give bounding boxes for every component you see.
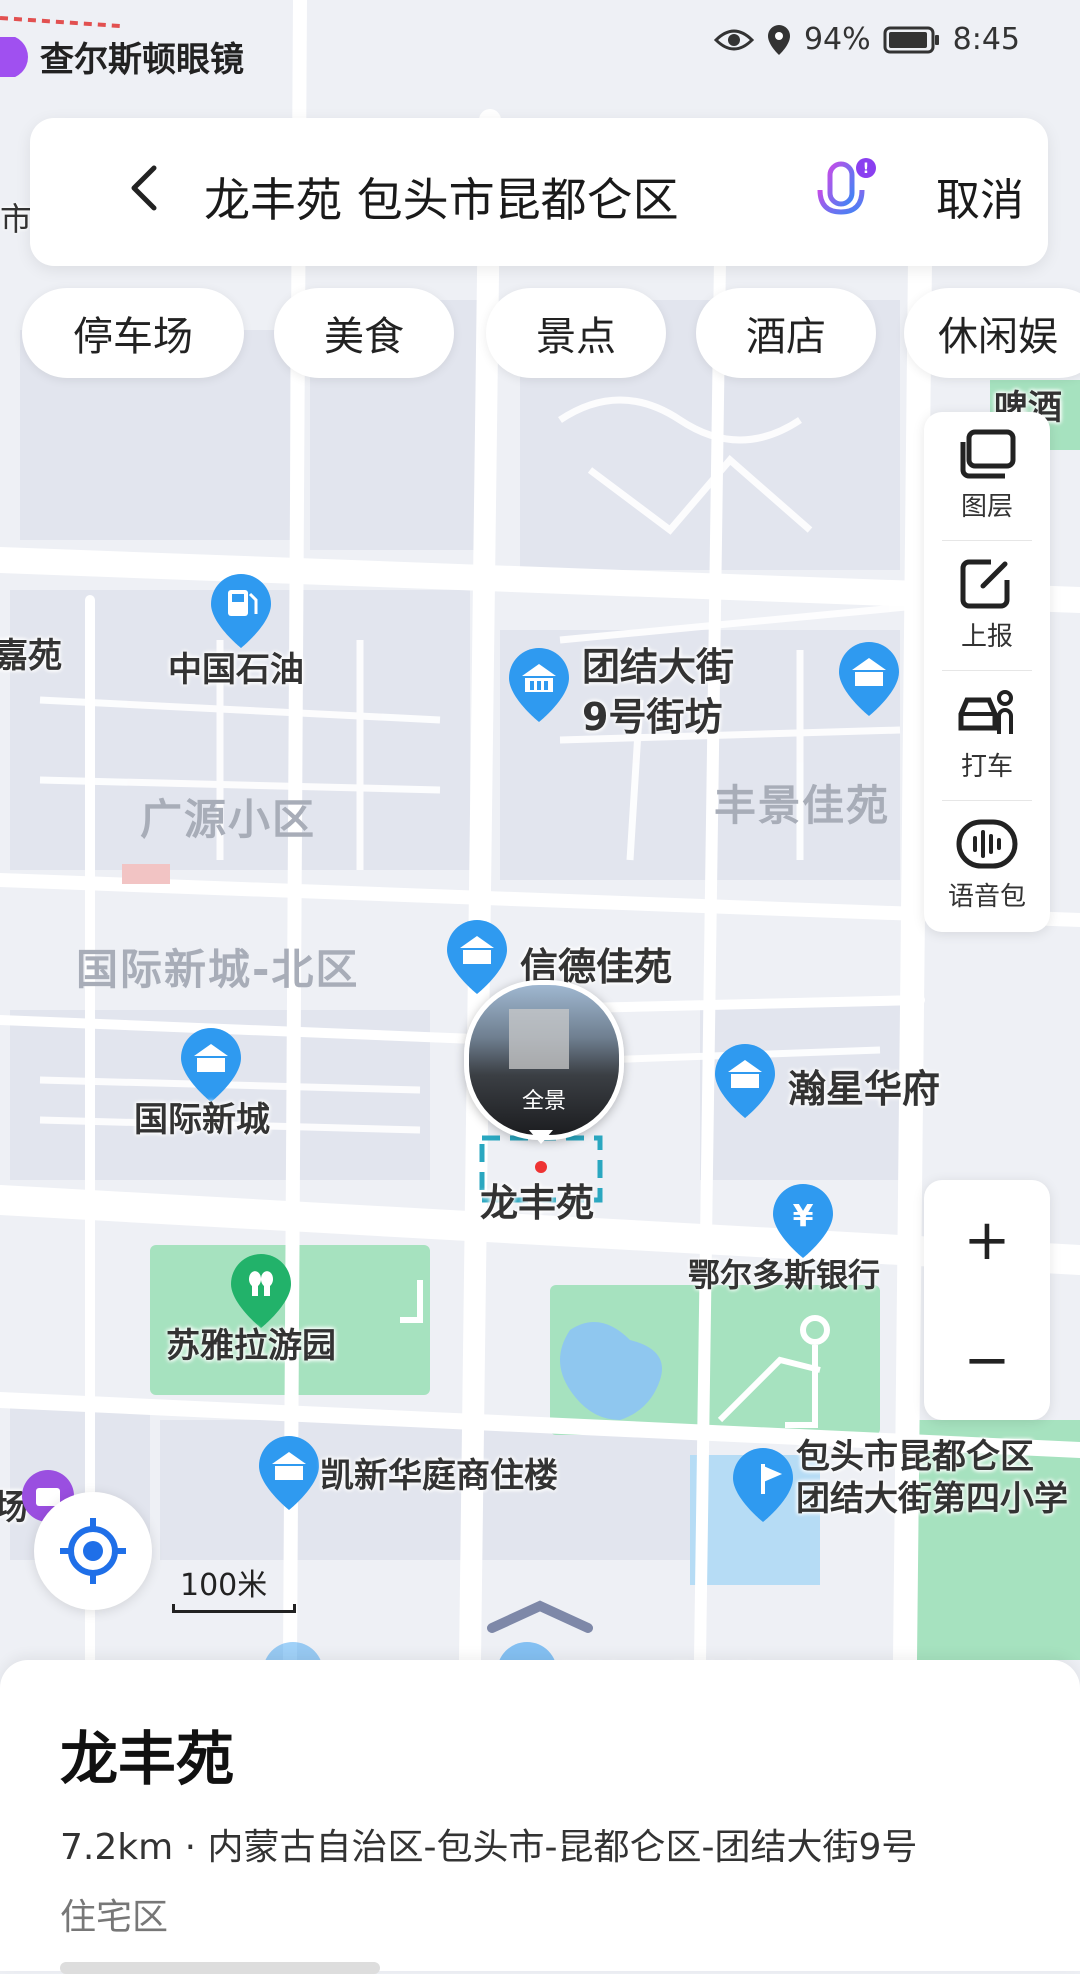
battery-percent: 94% [803,22,871,57]
place-address: 7.2km · 内蒙古自治区-包头市-昆都仑区-团结大街9号 [60,1827,918,1868]
notification-app-name: 查尔斯顿眼镜 [40,40,244,80]
poi-label-tuanjie9-line2: 9号街坊 [582,695,723,739]
streetview-pointer [529,1130,553,1144]
cancel-button[interactable]: 取消 [936,164,1024,228]
selected-place-label[interactable]: 龙丰苑 [480,1172,594,1227]
svg-text:!: ! [863,161,869,177]
locate-me-button[interactable] [34,1492,152,1610]
zoom-in-button[interactable]: + [924,1180,1050,1300]
edit-report-icon [960,559,1010,609]
streetview-label: 全景 [521,1089,566,1114]
poi-label-petrochina[interactable]: 中国石油 [168,642,304,691]
status-bar: 查尔斯顿眼镜 94% 8:45 [0,0,1080,80]
voice-search-microphone-icon[interactable]: ! [812,158,876,234]
poi-label-school-line1: 包头市昆都仑区 [796,1437,1034,1477]
area-label-fengjing: 丰景佳苑 [714,781,891,830]
residential-pin[interactable] [444,918,510,998]
layers-label: 图层 [960,492,1013,522]
notification-area: 查尔斯顿眼镜 [0,32,244,81]
chip-food[interactable]: 美食 [274,288,454,378]
chip-hotels[interactable]: 酒店 [696,288,876,378]
category-chip-row: 停车场 美食 景点 酒店 休闲娱 [22,288,1080,380]
place-detail-sheet[interactable]: 龙丰苑 7.2km · 内蒙古自治区-包头市-昆都仑区-团结大街9号 住宅区 [0,1660,1080,1974]
streetview-thumbnail[interactable]: 全景 [464,980,624,1140]
place-name: 龙丰苑 [60,1725,235,1793]
crosshair-locate-icon [60,1518,126,1584]
residential-pin[interactable] [506,646,572,726]
residential-pin[interactable] [256,1434,322,1514]
streetview-building [509,1009,569,1069]
chip-parking[interactable]: 停车场 [22,288,244,378]
battery-icon [883,26,939,53]
taxi-label: 打车 [960,752,1013,782]
taxi-button[interactable]: 打车 [924,672,1050,800]
school-pin[interactable] [730,1446,796,1526]
taxi-icon [958,690,1013,734]
area-label-guangyuan: 广源小区 [140,795,317,844]
layers-button[interactable]: 图层 [924,412,1050,540]
status-icons: 94% 8:45 [713,22,1020,57]
poi-label-tuanjie9-line1: 团结大街 [582,645,735,689]
residential-pin[interactable] [712,1042,778,1122]
scale-bar [172,1604,296,1613]
edge-label-left-mid: 嘉苑 [0,636,62,676]
clock: 8:45 [952,22,1020,57]
zoom-out-icon: − [963,1327,1011,1393]
gas-station-pin[interactable] [208,572,274,652]
poi-label-ordos-bank[interactable]: 鄂尔多斯银行 [688,1250,880,1296]
eye-icon [713,29,754,50]
zoom-out-button[interactable]: − [924,1300,1050,1420]
place-type: 住宅区 [60,1897,169,1938]
residential-pin-edge[interactable] [836,640,902,720]
svg-text:¥: ¥ [793,1199,814,1234]
voice-pack-icon [956,819,1018,869]
map-tools-panel: 图层 上报 打车 语音包 [924,412,1050,932]
poi-label-suyala-park[interactable]: 苏雅拉游园 [166,1318,336,1367]
location-icon [767,24,790,55]
layers-icon [960,429,1016,479]
report-label: 上报 [960,622,1013,652]
voice-pack-label: 语音包 [947,882,1026,912]
report-button[interactable]: 上报 [924,542,1050,670]
search-query-text[interactable]: 龙丰苑 包头市昆都仑区 [204,164,679,230]
poi-label-hanxing[interactable]: 瀚星华府 [788,1058,940,1113]
app-notification-icon [0,36,28,77]
chip-leisure[interactable]: 休闲娱 [904,288,1080,378]
poi-label-tuanjie9[interactable]: 团结大街 9号街坊 [582,642,734,742]
voice-pack-button[interactable]: 语音包 [924,802,1050,930]
poi-label-guojixincheng[interactable]: 国际新城 [134,1092,270,1141]
zoom-controls: + − [924,1180,1050,1420]
zoom-in-icon: + [963,1207,1011,1273]
edge-label-left-top: 市 [0,200,33,238]
poi-label-school-line2: 团结大街第四小学 [796,1479,1068,1519]
chip-attractions[interactable]: 景点 [486,288,666,378]
sheet-bottom-bar [60,1962,380,1974]
back-arrow-icon[interactable] [116,158,176,218]
scale-label: 100米 [180,1568,268,1603]
search-bar: 龙丰苑 包头市昆都仑区 ! 取消 [30,118,1048,266]
poi-label-school[interactable]: 包头市昆都仑区 团结大街第四小学 [796,1436,1068,1520]
poi-label-kaixin[interactable]: 凯新华庭商住楼 [320,1448,558,1497]
area-label-guoji-north: 国际新城-北区 [76,945,360,994]
